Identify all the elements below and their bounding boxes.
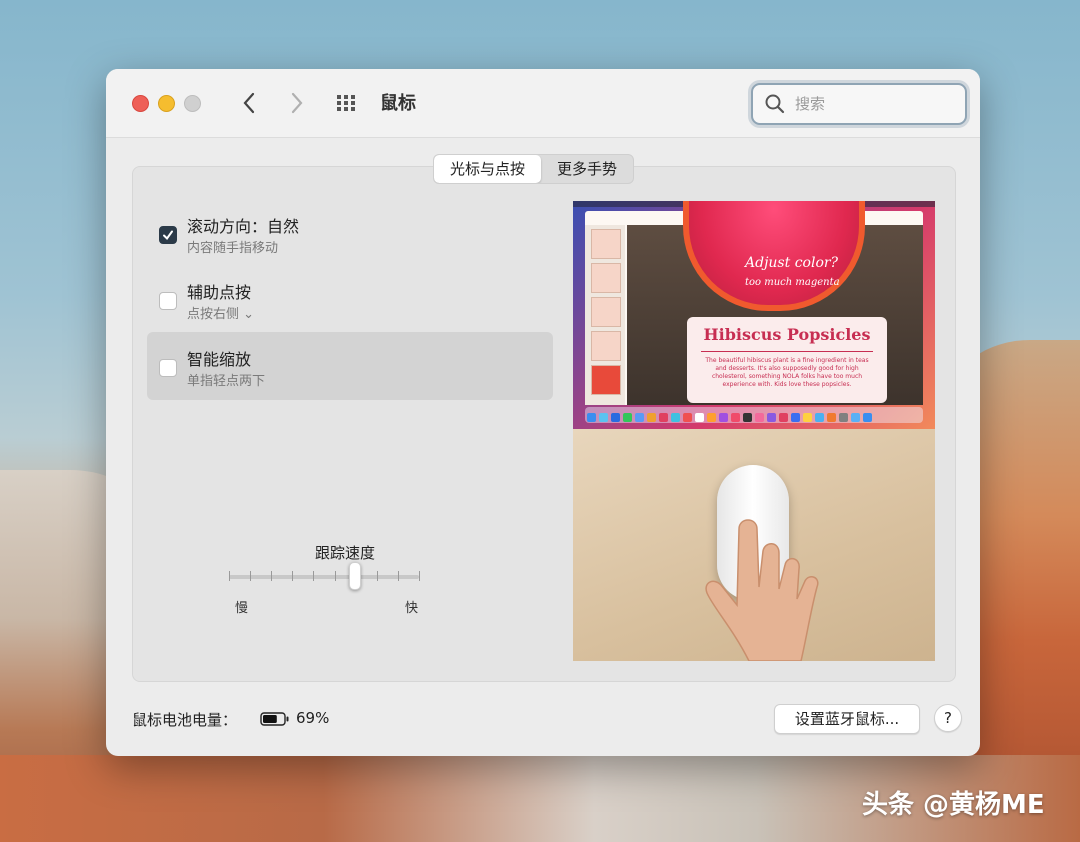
secondary-click-popup[interactable]: 点按右侧 ⌄ (187, 303, 254, 322)
option-scroll-direction[interactable]: 滚动方向：自然 内容随手指移动 (147, 199, 553, 267)
slider-tick (271, 571, 273, 581)
option-title: 滚动方向：自然 (187, 217, 300, 236)
preferences-window: 鼠标 光标与点按 更多手势 滚动方向：自然 内容随手指移动 辅助点按 点按右侧 … (106, 69, 980, 756)
option-subtitle: 单指轻点两下 (187, 374, 266, 389)
chevron-left-icon (243, 92, 255, 114)
thumbnail (591, 297, 621, 327)
preview-photo: Adjust color? too much magenta Hibiscus … (627, 201, 923, 405)
slider-tick (334, 571, 336, 581)
option-smart-zoom[interactable]: 智能缩放 单指轻点两下 (147, 332, 553, 400)
setup-bluetooth-mouse-button[interactable]: 设置蓝牙鼠标... (774, 704, 920, 734)
zoom-button[interactable] (184, 95, 201, 112)
scroll-direction-checkbox[interactable] (159, 226, 177, 244)
search-input[interactable] (793, 92, 957, 116)
tab-point-and-click[interactable]: 光标与点按 (434, 155, 542, 183)
battery-icon (260, 712, 289, 726)
chevron-right-icon (291, 92, 303, 114)
slider-min-label: 慢 (235, 601, 249, 616)
card-title: Hibiscus Popsicles (703, 325, 871, 344)
option-subtitle: 内容随手指移动 (187, 241, 279, 256)
thumbnail (591, 331, 621, 361)
search-icon (765, 94, 785, 114)
back-button[interactable] (238, 89, 260, 117)
window-title: 鼠标 (380, 93, 416, 114)
grid-icon (337, 95, 355, 111)
thumbnail (591, 263, 621, 293)
help-button[interactable]: ? (934, 704, 962, 732)
minimize-button[interactable] (158, 95, 175, 112)
checkmark-icon (163, 230, 173, 241)
tracking-speed-slider[interactable] (229, 575, 419, 579)
secondary-click-checkbox[interactable] (159, 292, 177, 310)
recipe-card: Hibiscus Popsicles The beautiful hibiscu… (687, 317, 887, 403)
slider-max-label: 快 (405, 601, 419, 616)
preview-dock (585, 407, 923, 423)
slider-tick (292, 571, 294, 581)
thumbnail (591, 365, 621, 395)
slider-tick (376, 571, 378, 581)
slider-tick (397, 571, 399, 581)
show-all-button[interactable] (334, 91, 362, 115)
search-field[interactable] (751, 83, 967, 125)
tab-bar: 光标与点按 更多手势 (433, 154, 635, 184)
watermark: 头条 @黄杨ME (862, 790, 1045, 820)
tracking-speed-label: 跟踪速度 (315, 544, 376, 562)
battery-label: 鼠标电池电量： (132, 711, 238, 729)
tab-more-gestures[interactable]: 更多手势 (541, 155, 633, 183)
forward-button[interactable] (286, 89, 308, 117)
slider-tick (229, 571, 230, 581)
card-divider (701, 351, 873, 352)
option-title: 智能缩放 (187, 350, 252, 369)
hand-icon (705, 519, 819, 661)
preview-thumbnails (585, 225, 625, 405)
handwritten-note-2: too much magenta (745, 277, 840, 288)
option-secondary-click[interactable]: 辅助点按 点按右侧 ⌄ (147, 265, 553, 333)
settings-panel: 滚动方向：自然 内容随手指移动 辅助点按 点按右侧 ⌄ 智能缩放 单指轻点两下 … (132, 166, 956, 682)
smart-zoom-checkbox[interactable] (159, 359, 177, 377)
slider-tick (313, 571, 315, 581)
option-title: 辅助点按 (187, 283, 252, 302)
slider-tick (250, 571, 252, 581)
titlebar: 鼠标 (106, 69, 980, 138)
slider-tick (419, 571, 420, 581)
battery-percentage: 69% (296, 709, 330, 727)
handwritten-note: Adjust color? (745, 255, 839, 271)
slider-knob[interactable] (349, 562, 362, 590)
preview-app-window: Adjust color? too much magenta Hibiscus … (585, 201, 923, 405)
gesture-preview-video: Adjust color? too much magenta Hibiscus … (573, 201, 935, 661)
preview-desk (573, 429, 935, 661)
close-button[interactable] (132, 95, 149, 112)
card-text: The beautiful hibiscus plant is a fine i… (705, 357, 869, 388)
preview-screen: Adjust color? too much magenta Hibiscus … (573, 201, 935, 429)
thumbnail (591, 229, 621, 259)
